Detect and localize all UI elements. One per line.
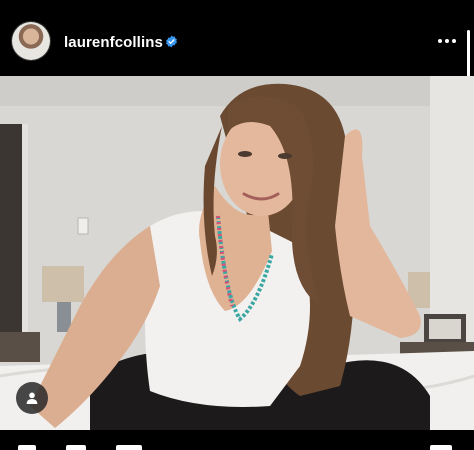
- more-options-icon[interactable]: [436, 33, 458, 49]
- person-icon: [26, 392, 38, 404]
- share-icon[interactable]: [116, 445, 142, 450]
- avatar[interactable]: [12, 22, 50, 60]
- photo-illustration: [0, 76, 474, 430]
- verified-badge-icon: [166, 35, 177, 48]
- dot: [452, 39, 456, 43]
- username[interactable]: laurenfcollins: [64, 34, 163, 51]
- comment-icon[interactable]: [66, 445, 86, 450]
- user-tag-icon[interactable]: [16, 382, 48, 414]
- post-header: laurenfcollins: [0, 0, 474, 118]
- save-icon[interactable]: [430, 445, 452, 450]
- post-photo[interactable]: [0, 76, 474, 430]
- like-icon[interactable]: [18, 445, 36, 450]
- dot: [438, 39, 442, 43]
- dot: [445, 39, 449, 43]
